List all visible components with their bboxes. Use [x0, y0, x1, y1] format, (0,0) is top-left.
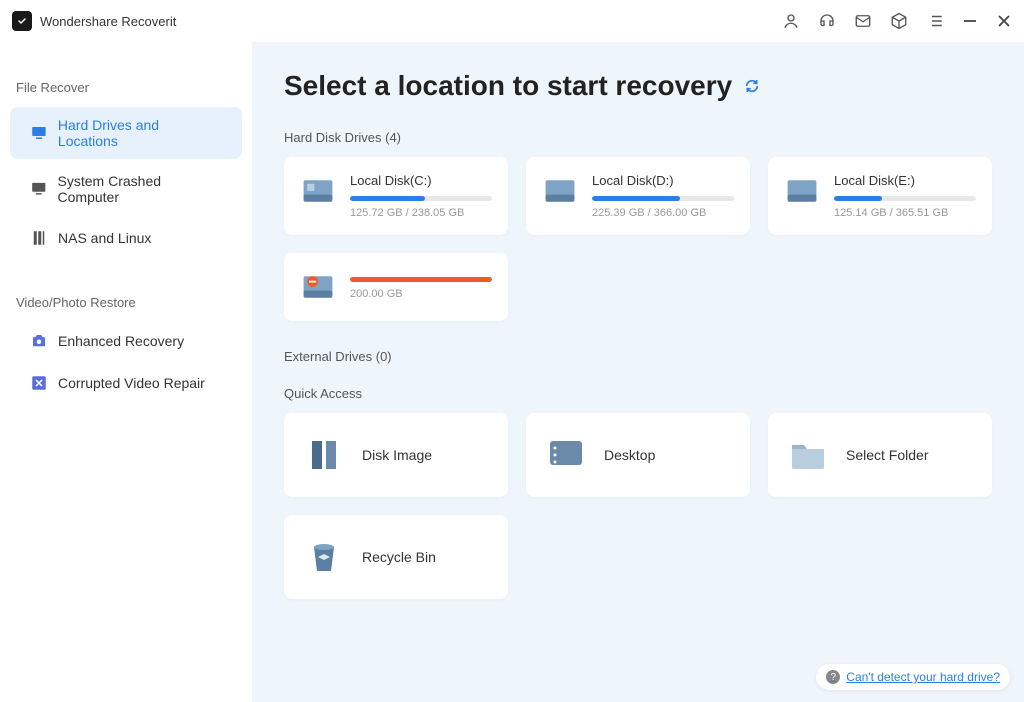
sidebar-item-hard-drives[interactable]: Hard Drives and Locations [10, 107, 242, 159]
app-title: Wondershare Recoverit [40, 14, 176, 29]
sidebar-item-label: System Crashed Computer [58, 173, 222, 205]
drive-name: Local Disk(C:) [350, 173, 492, 188]
drive-bar [350, 196, 492, 201]
hdd-error-icon [300, 269, 336, 305]
qa-recycle-bin[interactable]: Recycle Bin [284, 515, 508, 599]
hdd-icon [784, 173, 820, 209]
drive-card-unknown[interactable]: 200.00 GB [284, 253, 508, 321]
hdd-grid: Local Disk(C:) 125.72 GB / 238.05 GB Loc… [284, 157, 992, 321]
hdd-icon [300, 173, 336, 209]
sidebar-item-crashed[interactable]: System Crashed Computer [10, 163, 242, 215]
crashed-pc-icon [30, 180, 48, 198]
menu-icon[interactable] [926, 12, 944, 30]
drive-size: 200.00 GB [350, 288, 492, 300]
qa-label: Select Folder [846, 447, 928, 463]
sidebar-item-enhanced[interactable]: Enhanced Recovery [10, 322, 242, 360]
qa-section-label: Quick Access [284, 386, 992, 401]
drive-size: 125.14 GB / 365.51 GB [834, 207, 976, 219]
drive-card-e[interactable]: Local Disk(E:) 125.14 GB / 365.51 GB [768, 157, 992, 235]
hdd-section-label: Hard Disk Drives (4) [284, 130, 992, 145]
sidebar-section-video-photo: Video/Photo Restore [0, 287, 252, 318]
sidebar-item-label: Corrupted Video Repair [58, 375, 205, 391]
drive-name: Local Disk(E:) [834, 173, 976, 188]
titlebar: Wondershare Recoverit [0, 0, 1024, 42]
camera-icon [30, 332, 48, 350]
qa-label: Desktop [604, 447, 655, 463]
recycle-bin-icon [304, 537, 344, 577]
folder-icon [788, 435, 828, 475]
help-link-text: Can't detect your hard drive? [846, 670, 1000, 684]
account-icon[interactable] [782, 12, 800, 30]
close-button[interactable] [996, 13, 1012, 29]
hdd-icon [542, 173, 578, 209]
sidebar: File Recover Hard Drives and Locations S… [0, 42, 252, 702]
help-link[interactable]: ? Can't detect your hard drive? [816, 664, 1010, 690]
drive-bar [834, 196, 976, 201]
question-icon: ? [826, 670, 840, 684]
qa-label: Recycle Bin [362, 549, 436, 565]
nas-icon [30, 229, 48, 247]
sidebar-item-label: Enhanced Recovery [58, 333, 184, 349]
ext-section-label: External Drives (0) [284, 349, 992, 364]
drive-bar [592, 196, 734, 201]
drive-card-d[interactable]: Local Disk(D:) 225.39 GB / 366.00 GB [526, 157, 750, 235]
drive-size: 225.39 GB / 366.00 GB [592, 207, 734, 219]
drive-name: Local Disk(D:) [592, 173, 734, 188]
sidebar-item-label: NAS and Linux [58, 230, 151, 246]
drive-size: 125.72 GB / 238.05 GB [350, 207, 492, 219]
monitor-icon [30, 124, 48, 142]
app-logo-icon [12, 11, 32, 31]
desktop-icon [546, 435, 586, 475]
titlebar-right [782, 12, 1012, 30]
qa-disk-image[interactable]: Disk Image [284, 413, 508, 497]
package-icon[interactable] [890, 12, 908, 30]
drive-bar [350, 277, 492, 282]
refresh-icon[interactable] [744, 78, 760, 94]
disk-image-icon [304, 435, 344, 475]
support-icon[interactable] [818, 12, 836, 30]
drive-card-c[interactable]: Local Disk(C:) 125.72 GB / 238.05 GB [284, 157, 508, 235]
page-title: Select a location to start recovery [284, 70, 732, 102]
sidebar-item-corrupted[interactable]: Corrupted Video Repair [10, 364, 242, 402]
sidebar-item-label: Hard Drives and Locations [58, 117, 222, 149]
qa-label: Disk Image [362, 447, 432, 463]
sidebar-item-nas[interactable]: NAS and Linux [10, 219, 242, 257]
qa-select-folder[interactable]: Select Folder [768, 413, 992, 497]
titlebar-left: Wondershare Recoverit [12, 11, 176, 31]
content: Select a location to start recovery Hard… [252, 42, 1024, 702]
qa-grid: Disk Image Desktop Select Folder Recycle… [284, 413, 992, 599]
qa-desktop[interactable]: Desktop [526, 413, 750, 497]
repair-icon [30, 374, 48, 392]
minimize-button[interactable] [962, 13, 978, 29]
mail-icon[interactable] [854, 12, 872, 30]
sidebar-section-file-recover: File Recover [0, 72, 252, 103]
